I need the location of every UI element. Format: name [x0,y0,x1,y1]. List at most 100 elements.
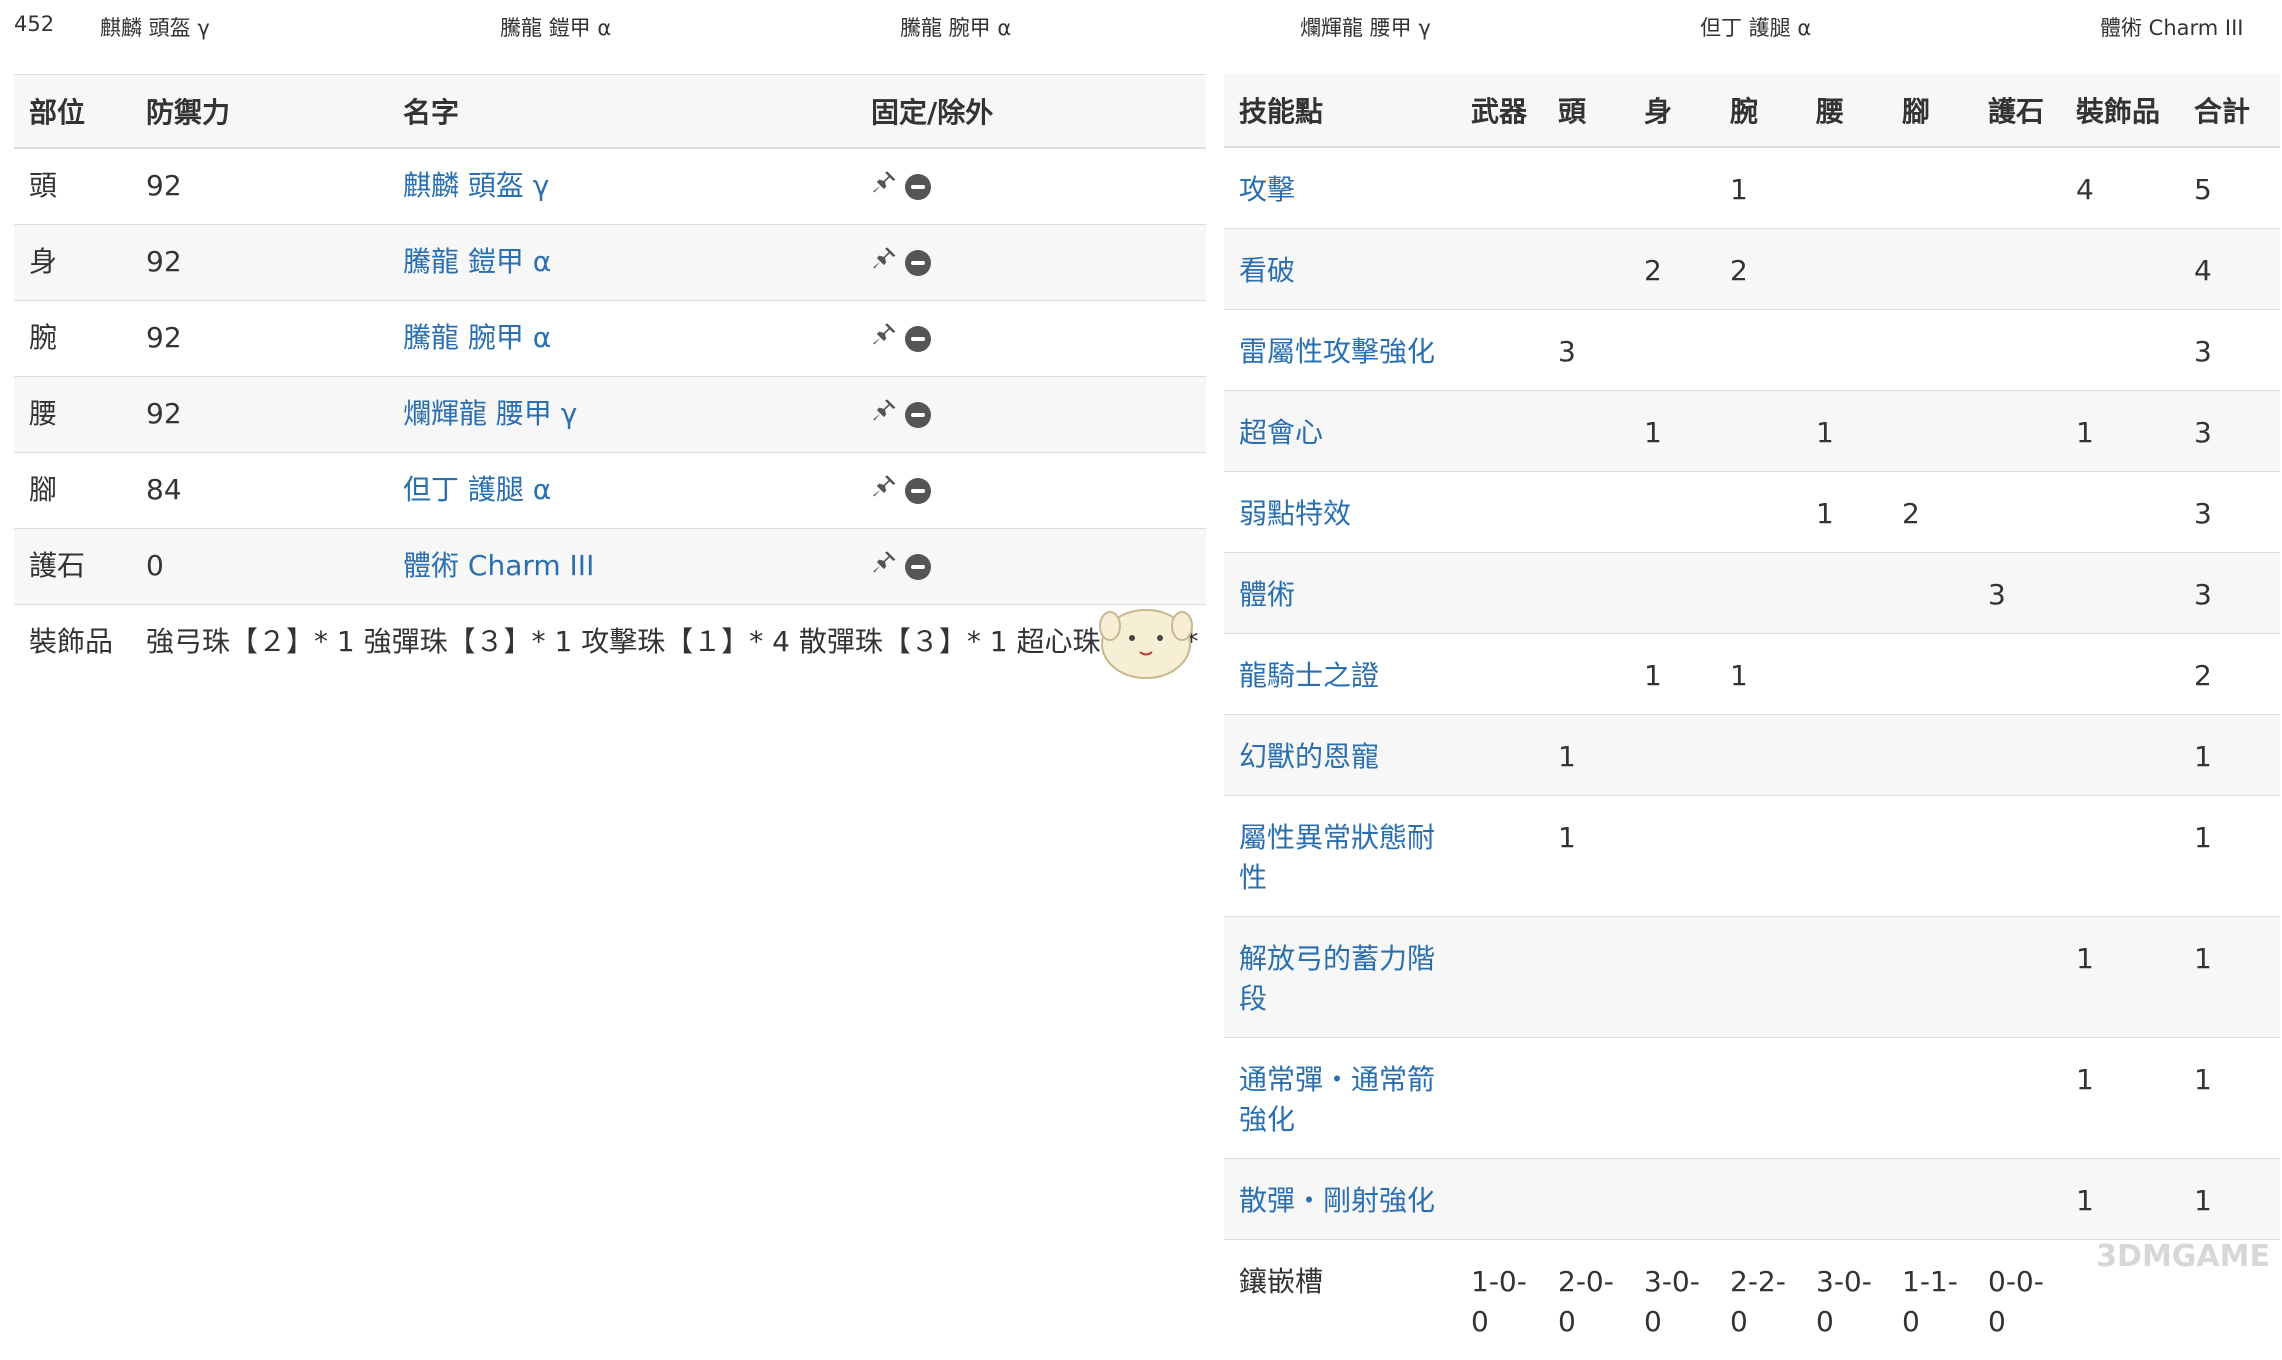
skill-link[interactable]: 看破 [1239,254,1295,287]
skill-link[interactable]: 攻擊 [1239,173,1295,206]
slot-config-cell: 3-0-0 [1801,1240,1887,1360]
skill-name-cell: 雷屬性攻擊強化 [1224,310,1456,391]
skill-point-cell [1715,796,1801,917]
skill-point-cell [1973,391,2061,472]
minus-circle-icon[interactable] [905,250,931,276]
pin-icon[interactable] [871,226,899,300]
skill-point-cell: 5 [2179,147,2280,229]
skill-point-cell [1887,1038,1973,1159]
skill-link[interactable]: 體術 [1239,578,1295,611]
skill-point-cell: 4 [2179,229,2280,310]
skill-link[interactable]: 通常彈・通常箭強化 [1239,1063,1435,1136]
skill-point-cell: 1 [2179,715,2280,796]
action-cell [856,148,1206,225]
pin-icon[interactable] [871,378,899,452]
skill-point-cell [1456,310,1543,391]
skill-point-cell [1629,147,1715,229]
skill-point-cell [1629,472,1715,553]
skill-row: 雷屬性攻擊強化33 [1224,310,2280,391]
skill-point-cell [1715,310,1801,391]
skill-point-cell [2061,472,2179,553]
minus-circle-icon[interactable] [905,554,931,580]
armor-link[interactable]: 騰龍 腕甲 α [403,321,551,354]
build-score: 452 [14,12,54,36]
skill-name-cell: 看破 [1224,229,1456,310]
skill-link[interactable]: 龍騎士之證 [1239,659,1379,692]
skill-point-cell [1543,147,1629,229]
skill-name-cell: 解放弓的蓄力階段 [1224,917,1456,1038]
slot-cell: 腳 [14,453,131,529]
skill-point-cell: 1 [1629,391,1715,472]
skill-point-cell: 1 [2061,917,2179,1038]
skill-point-cell [1456,917,1543,1038]
col-header-fix-exclude: 固定/除外 [856,75,1206,149]
skill-point-cell [2061,715,2179,796]
pin-icon[interactable] [871,454,899,528]
skill-link[interactable]: 超會心 [1239,416,1323,449]
skill-point-cell [1973,796,2061,917]
equipment-row-head: 頭 92 麒麟 頭盔 γ [14,148,1206,225]
equipment-row-waist: 腰 92 爛輝龍 腰甲 γ [14,377,1206,453]
mascot-sticker [1090,596,1200,686]
skill-point-cell [1456,796,1543,917]
summary-piece-legs: 但丁 護腿 α [1700,12,1811,42]
armor-link[interactable]: 體術 Charm III [403,549,594,582]
defense-cell: 92 [131,301,388,377]
action-cell [856,301,1206,377]
minus-circle-icon[interactable] [905,402,931,428]
armor-link[interactable]: 麒麟 頭盔 γ [403,169,549,202]
pin-icon[interactable] [871,150,899,224]
skill-point-cell [1801,634,1887,715]
skill-point-cell [1801,715,1887,796]
skill-point-cell [1887,634,1973,715]
skill-link[interactable]: 解放弓的蓄力階段 [1239,942,1435,1015]
skill-point-cell: 3 [2179,553,2280,634]
col-header-defense: 防禦力 [131,75,388,149]
armor-link[interactable]: 爛輝龍 腰甲 γ [403,397,577,430]
col-header-total: 合計 [2179,74,2280,147]
slot-config-cell: 0-0-0 [1973,1240,2061,1360]
skill-point-cell [1715,1159,1801,1240]
skill-link[interactable]: 屬性異常狀態耐性 [1239,821,1435,894]
pin-icon[interactable] [871,302,899,376]
minus-circle-icon[interactable] [905,326,931,352]
slot-cell: 護石 [14,529,131,605]
name-cell: 體術 Charm III [388,529,856,605]
slots-label: 鑲嵌槽 [1224,1240,1456,1360]
minus-circle-icon[interactable] [905,478,931,504]
armor-link[interactable]: 騰龍 鎧甲 α [403,245,551,278]
col-header-weapon: 武器 [1456,74,1543,147]
skill-name-cell: 通常彈・通常箭強化 [1224,1038,1456,1159]
skill-row: 散彈・剛射強化11 [1224,1159,2280,1240]
summary-piece-waist: 爛輝龍 腰甲 γ [1300,12,1431,42]
armor-link[interactable]: 但丁 護腿 α [403,473,551,506]
action-cell [856,529,1206,605]
skill-point-cell: 1 [2061,1159,2179,1240]
skill-link[interactable]: 幻獸的恩寵 [1239,740,1379,773]
skill-point-cell [1629,917,1715,1038]
skill-point-cell: 1 [1801,472,1887,553]
skill-point-cell [2061,553,2179,634]
skill-point-cell: 1 [2061,1038,2179,1159]
skill-link[interactable]: 散彈・剛射強化 [1239,1184,1435,1217]
skill-point-cell [1715,553,1801,634]
skill-point-cell [1715,1038,1801,1159]
skill-row: 通常彈・通常箭強化11 [1224,1038,2280,1159]
build-summary-bar: 452 麒麟 頭盔 γ 騰龍 鎧甲 α 騰龍 腕甲 α 爛輝龍 腰甲 γ 但丁 … [0,0,2282,56]
skill-link[interactable]: 弱點特效 [1239,497,1351,530]
skill-link[interactable]: 雷屬性攻擊強化 [1239,335,1435,368]
skill-point-cell [2061,229,2179,310]
minus-circle-icon[interactable] [905,174,931,200]
skill-point-cell [2061,310,2179,391]
action-cell [856,453,1206,529]
skill-point-cell: 2 [1887,472,1973,553]
skill-point-cell [1543,472,1629,553]
skill-row: 弱點特效123 [1224,472,2280,553]
skill-row: 幻獸的恩寵11 [1224,715,2280,796]
pin-icon[interactable] [871,530,899,604]
skill-point-cell [1456,715,1543,796]
skill-point-cell: 1 [1543,796,1629,917]
slot-cell: 腕 [14,301,131,377]
skill-point-cell: 2 [2179,634,2280,715]
slot-cell: 頭 [14,148,131,225]
